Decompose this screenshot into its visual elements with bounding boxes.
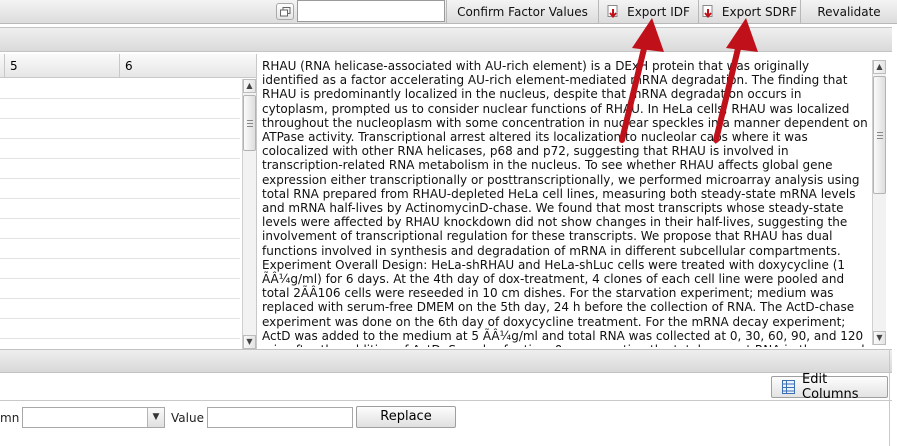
scroll-up-arrow-icon[interactable]: ▲: [243, 79, 256, 93]
grid-header: 5 6: [0, 54, 256, 78]
table-row[interactable]: [0, 119, 240, 139]
grid-header-col-5[interactable]: 5: [4, 54, 119, 78]
grid-scroll-thumb[interactable]: [243, 95, 256, 151]
grid-scrollbar[interactable]: ▲ ▼: [242, 79, 256, 349]
export-sdrf-button[interactable]: Export SDRF: [698, 0, 800, 23]
toolbar-search-input[interactable]: [297, 0, 445, 22]
table-row[interactable]: [0, 279, 240, 299]
chevron-down-icon[interactable]: ▼: [147, 408, 164, 427]
table-row[interactable]: [0, 179, 240, 199]
export-icon: [702, 5, 714, 19]
confirm-factor-values-button[interactable]: Confirm Factor Values: [446, 0, 598, 23]
table-row[interactable]: [0, 259, 240, 279]
revalidate-button[interactable]: Revalidate: [800, 0, 897, 23]
experiment-description: RHAU (RNA helicase-associated with AU-ri…: [262, 59, 868, 347]
export-idf-button[interactable]: Export IDF: [598, 0, 698, 23]
table-row[interactable]: [0, 319, 240, 339]
table-columns-icon: [782, 380, 795, 394]
replace-button[interactable]: Replace: [356, 406, 456, 428]
panel-header-bar: [0, 27, 892, 52]
value-input[interactable]: [207, 407, 353, 428]
grid-header-col-6[interactable]: 6: [119, 54, 256, 78]
export-idf-label: Export IDF: [627, 4, 690, 19]
divider: [889, 349, 890, 446]
data-grid: 5 6 ▲ ▼: [0, 54, 257, 349]
table-row[interactable]: [0, 79, 240, 99]
grid-body: [0, 79, 240, 349]
export-icon: [607, 5, 619, 19]
restore-icon: [280, 7, 291, 17]
table-row[interactable]: [0, 219, 240, 239]
table-row[interactable]: [0, 339, 240, 349]
edit-columns-label: Edit Columns: [802, 372, 859, 402]
edit-columns-button[interactable]: Edit Columns: [771, 372, 888, 402]
divider: [0, 400, 892, 401]
description-scroll-thumb[interactable]: [873, 76, 886, 194]
confirm-factor-values-label: Confirm Factor Values: [457, 4, 588, 19]
export-sdrf-label: Export SDRF: [721, 4, 798, 19]
table-row[interactable]: [0, 299, 240, 319]
table-row[interactable]: [0, 139, 240, 159]
revalidate-label: Revalidate: [817, 4, 881, 19]
table-row[interactable]: [0, 159, 240, 179]
column-select[interactable]: ▼: [22, 407, 165, 428]
value-label: Value :: [171, 411, 212, 425]
scroll-down-arrow-icon[interactable]: ▼: [873, 331, 886, 345]
table-row[interactable]: [0, 199, 240, 219]
description-scrollbar[interactable]: ▲ ▼: [872, 60, 886, 345]
table-row[interactable]: [0, 99, 240, 119]
restore-button[interactable]: [276, 3, 294, 20]
scroll-up-arrow-icon[interactable]: ▲: [873, 60, 886, 74]
table-row[interactable]: [0, 239, 240, 259]
bottom-panel-bar: [0, 349, 892, 373]
scroll-down-arrow-icon[interactable]: ▼: [243, 335, 256, 349]
top-toolbar: Confirm Factor Values Export IDF Export …: [0, 0, 897, 24]
